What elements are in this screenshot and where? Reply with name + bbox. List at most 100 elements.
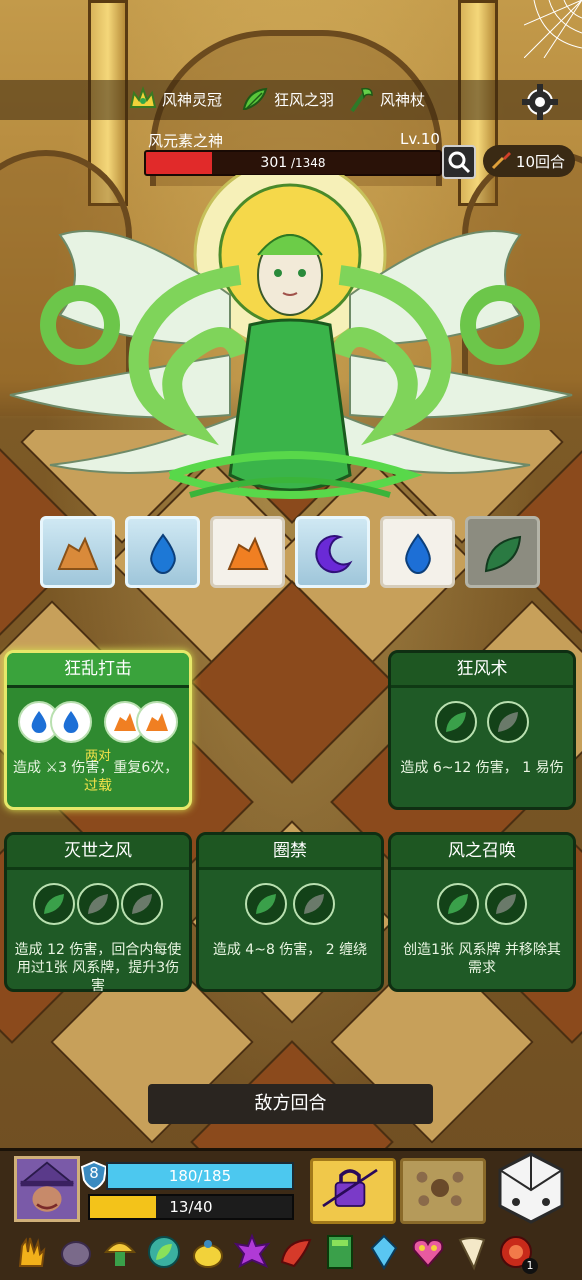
round-counter-label: 10回合 bbox=[515, 152, 565, 171]
skill-card-frenzy-strike[interactable]: 狂乱打击 两对 造成 ⚔3 伤害，重复6次， 过载 bbox=[4, 650, 192, 810]
item-count-badge: 1 bbox=[522, 1258, 538, 1274]
wind-leaf-icon bbox=[88, 894, 108, 914]
red-horn-icon bbox=[280, 1238, 312, 1268]
skill-card-confinement[interactable]: 圈禁 造成 4~8 伤害， 2 缠绕 bbox=[196, 832, 384, 992]
inventory-item[interactable] bbox=[320, 1232, 360, 1272]
player-avatar[interactable] bbox=[14, 1156, 80, 1222]
inventory-item[interactable] bbox=[276, 1232, 316, 1272]
inspect-magnifier-icon[interactable] bbox=[442, 145, 476, 179]
skill-card-description: 造成 ⚔3 伤害，重复6次， 过载 bbox=[13, 759, 183, 795]
intent-tile-wind[interactable] bbox=[465, 516, 540, 588]
inventory-item[interactable]: 1 bbox=[496, 1232, 538, 1274]
relic-wind-crown[interactable]: 风神灵冠 bbox=[128, 84, 222, 114]
explosion-action-button[interactable] bbox=[400, 1158, 486, 1224]
skill-card-slots bbox=[199, 883, 381, 925]
enemy-intent-row bbox=[40, 516, 540, 588]
heart-mask-icon bbox=[412, 1238, 444, 1268]
wind-staff-icon bbox=[350, 87, 373, 113]
inventory-item[interactable] bbox=[144, 1232, 184, 1272]
purple-splat-icon bbox=[233, 1233, 271, 1268]
rock-icon bbox=[227, 536, 269, 570]
intent-tile-moon[interactable] bbox=[295, 516, 370, 588]
wind-leaf-icon bbox=[484, 535, 522, 573]
intent-tile-rock[interactable] bbox=[210, 516, 285, 588]
dice-slot bbox=[487, 701, 529, 743]
wind-leaf-icon bbox=[132, 894, 152, 914]
wind-crown-icon bbox=[129, 86, 157, 108]
golden-hand-icon bbox=[18, 1237, 46, 1267]
dice-roll-button[interactable] bbox=[496, 1150, 566, 1226]
cobweb-icon bbox=[524, 0, 582, 58]
mushroom-icon bbox=[103, 1242, 137, 1266]
water-drop-icon bbox=[405, 533, 431, 575]
boss-hp-bar: 301 /1348 bbox=[144, 150, 442, 176]
inventory-item[interactable] bbox=[188, 1232, 228, 1272]
settings-gear-icon[interactable] bbox=[520, 82, 560, 122]
water-drop-icon bbox=[63, 711, 79, 733]
inventory-item[interactable] bbox=[452, 1232, 492, 1272]
stone-icon bbox=[61, 1241, 91, 1267]
player-hp-bar: 180/185 bbox=[106, 1162, 294, 1190]
inventory-item[interactable] bbox=[364, 1232, 404, 1272]
dice-slot bbox=[77, 883, 119, 925]
overload-label: 过载 bbox=[84, 778, 112, 794]
skill-card-title: 圈禁 bbox=[199, 835, 381, 870]
relic-label: 风神灵冠 bbox=[162, 90, 223, 109]
inventory-row: 1 bbox=[12, 1232, 538, 1274]
wind-leaf-icon bbox=[304, 894, 324, 914]
skill-card-slots bbox=[7, 701, 189, 743]
wind-goddess-boss[interactable] bbox=[0, 175, 582, 515]
inventory-item[interactable] bbox=[56, 1232, 96, 1272]
broom-icon bbox=[491, 152, 511, 170]
relic-label: 狂风之羽 bbox=[274, 90, 335, 109]
dice-slot bbox=[50, 701, 92, 743]
locked-action-button[interactable] bbox=[310, 1158, 396, 1224]
skill-card-wind-summon[interactable]: 风之召唤 创造1张 风系牌 并移除其需求 bbox=[388, 832, 576, 992]
inventory-item[interactable] bbox=[232, 1232, 272, 1272]
skill-card-gale[interactable]: 狂风术 造成 6~12 伤害， 1 易伤 bbox=[388, 650, 576, 810]
skill-card-world-ending-wind[interactable]: 灭世之风 造成 12 伤害，回合内每使用过1张 风系牌，提升3伤害 bbox=[4, 832, 192, 994]
skill-card-description: 造成 12 伤害，回合内每使用过1张 风系牌，提升3伤害 bbox=[14, 942, 182, 994]
skill-card-title: 灭世之风 bbox=[7, 835, 189, 870]
purple-lock-icon bbox=[322, 1168, 378, 1208]
skill-card-title: 风之召唤 bbox=[391, 835, 573, 870]
wind-leaf-icon bbox=[256, 894, 276, 914]
inventory-item[interactable] bbox=[12, 1232, 52, 1272]
inventory-item[interactable] bbox=[100, 1232, 140, 1272]
inventory-item[interactable] bbox=[408, 1232, 448, 1272]
dice-slot bbox=[485, 883, 527, 925]
wind-leaf-icon bbox=[498, 712, 518, 732]
boss-hp-text: 301 /1348 bbox=[146, 152, 440, 174]
rock-icon bbox=[146, 713, 168, 731]
water-drop-icon bbox=[150, 533, 176, 575]
wind-leaf-icon bbox=[44, 894, 64, 914]
spellbook-icon bbox=[327, 1235, 353, 1269]
round-counter: 10回合 bbox=[483, 145, 575, 177]
wind-leaf-icon bbox=[448, 894, 468, 914]
intent-tile-rock[interactable] bbox=[40, 516, 115, 588]
intent-tile-water[interactable] bbox=[125, 516, 200, 588]
boss-name: 风元素之神 bbox=[148, 132, 224, 150]
skill-card-description: 造成 4~8 伤害， 2 缠绕 bbox=[212, 942, 368, 958]
rock-icon bbox=[57, 536, 99, 570]
relic-wind-staff[interactable]: 风神杖 bbox=[346, 84, 425, 114]
relic-wind-feather[interactable]: 狂风之羽 bbox=[240, 84, 334, 114]
crystal-icon bbox=[370, 1234, 398, 1270]
dice-slot bbox=[245, 883, 287, 925]
rock-icon bbox=[114, 713, 136, 731]
wind-leaf-icon bbox=[446, 712, 466, 732]
shield-value: 8 bbox=[89, 1164, 99, 1182]
wind-leaf-icon bbox=[496, 894, 516, 914]
skill-card-slots bbox=[7, 883, 189, 925]
boss-hp-current: 301 bbox=[260, 155, 288, 171]
intent-tile-water[interactable] bbox=[380, 516, 455, 588]
skill-card-slots bbox=[391, 701, 573, 743]
water-drop-icon bbox=[31, 711, 47, 733]
explosion-icon bbox=[416, 1171, 464, 1206]
dice-slot bbox=[437, 883, 479, 925]
skill-card-description: 造成 6~12 伤害， 1 易伤 bbox=[400, 760, 564, 776]
skill-card-slots bbox=[391, 883, 573, 925]
skill-card-title: 狂乱打击 bbox=[7, 653, 189, 688]
dice-slot bbox=[121, 883, 163, 925]
relic-label: 风神杖 bbox=[380, 90, 426, 109]
